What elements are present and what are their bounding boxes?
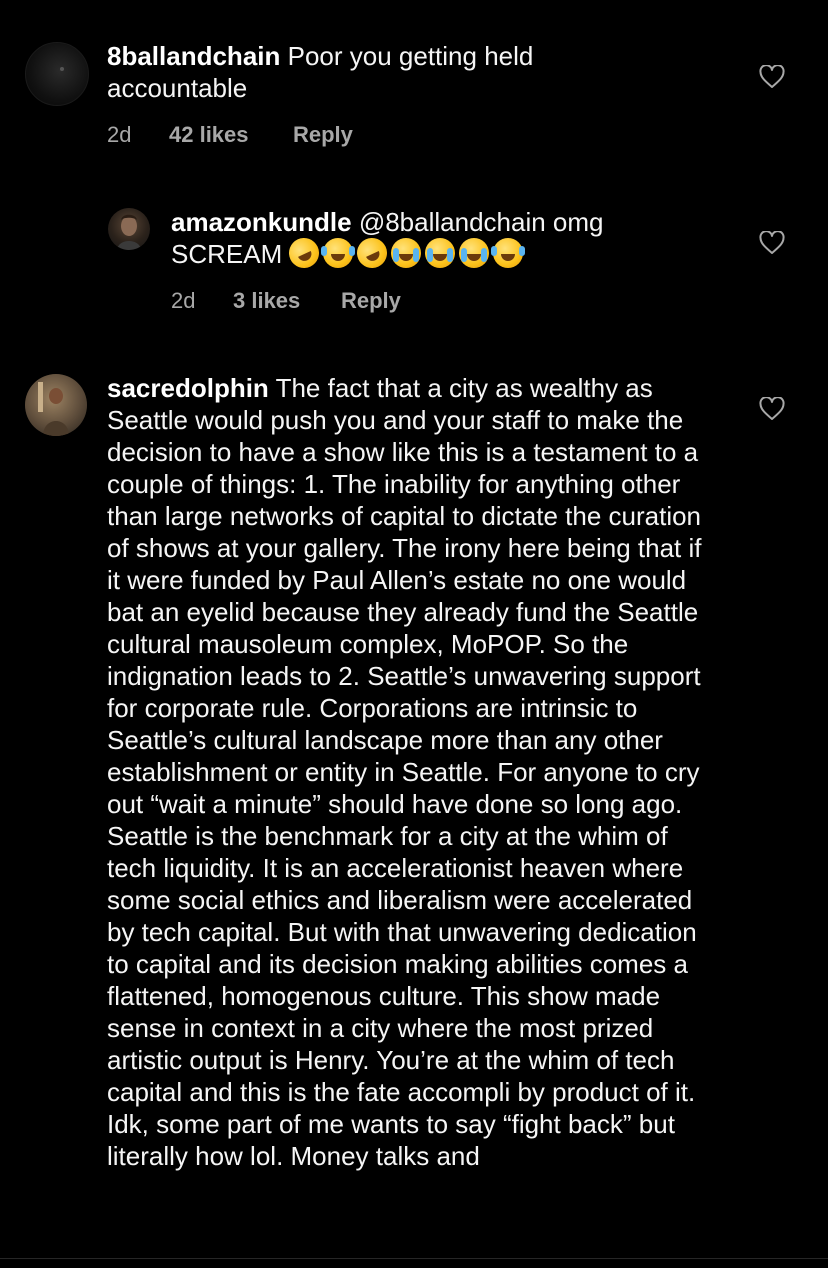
like-heart-icon[interactable] [759, 397, 785, 421]
avatar-image-icon [60, 67, 64, 71]
face-with-tears-of-joy-icon [491, 238, 524, 268]
face-with-tears-of-joy-icon [321, 238, 354, 268]
loudly-crying-face-icon [425, 238, 456, 268]
comment-text: sacredolphin The fact that a city as wea… [107, 372, 719, 1172]
comment-body: The fact that a city as wealthy as Seatt… [107, 373, 702, 1171]
comment-meta: 2d 42 likes Reply [107, 121, 353, 149]
emoji-row [284, 233, 527, 273]
reply-button[interactable]: Reply [341, 287, 401, 315]
comment-username[interactable]: 8ballandchain [107, 41, 280, 71]
like-heart-icon[interactable] [759, 65, 785, 89]
comment-time: 2d [107, 122, 132, 147]
comment-username[interactable]: amazonkundle [171, 207, 352, 237]
comment-text: amazonkundle @8ballandchain omg SCREAM [171, 206, 671, 273]
avatar[interactable] [108, 208, 150, 250]
comment-likes[interactable]: 42 likes [169, 121, 293, 149]
rolling-on-floor-laughing-icon [284, 233, 325, 273]
divider [0, 1258, 828, 1259]
rolling-on-floor-laughing-icon [352, 233, 393, 273]
reply-button[interactable]: Reply [293, 121, 353, 149]
avatar-image-icon [117, 214, 141, 250]
avatar[interactable] [25, 42, 89, 106]
comment-likes[interactable]: 3 likes [233, 287, 341, 315]
loudly-crying-face-icon [391, 238, 422, 268]
comment-username[interactable]: sacredolphin [107, 373, 269, 403]
loudly-crying-face-icon [459, 238, 490, 268]
comment-meta: 2d 3 likes Reply [171, 287, 401, 315]
comment-8ballandchain: 8ballandchain Poor you getting held acco… [0, 0, 828, 170]
comment-text: 8ballandchain Poor you getting held acco… [107, 40, 627, 104]
comment-time: 2d [171, 288, 196, 313]
comment-amazonkundle: amazonkundle @8ballandchain omg SCREAM 2… [0, 170, 828, 340]
like-heart-icon[interactable] [759, 231, 785, 255]
avatar-image-icon [25, 374, 87, 436]
avatar[interactable] [25, 374, 87, 436]
comment-sacredolphin: sacredolphin The fact that a city as wea… [0, 340, 828, 1258]
